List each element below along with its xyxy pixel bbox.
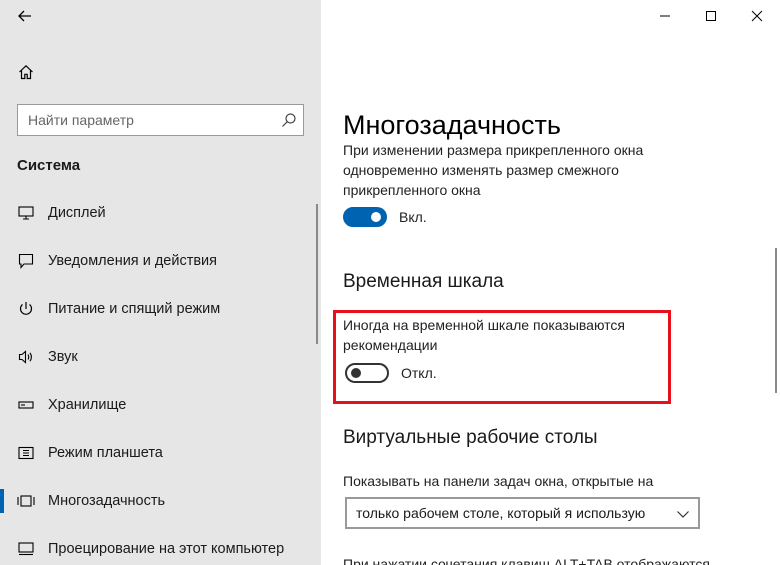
sidebar-item-tablet-mode[interactable]: Режим планшета: [0, 429, 321, 477]
timeline-suggestions-toggle[interactable]: [345, 363, 389, 383]
window-controls: [642, 0, 780, 32]
toggle-knob: [351, 368, 361, 378]
sound-icon: [17, 348, 35, 366]
arrow-left-icon: [18, 10, 31, 22]
sidebar-scrollbar[interactable]: [316, 204, 318, 344]
sidebar-item-display[interactable]: Дисплей: [0, 189, 321, 237]
chevron-down-icon: [677, 511, 689, 518]
storage-icon: [17, 396, 35, 414]
alt-tab-description: При нажатии сочетания клавиш ALT+TAB ото…: [343, 556, 710, 565]
sidebar-item-label: Многозадачность: [48, 493, 166, 509]
power-icon: [17, 300, 35, 318]
sidebar-item-label: Проецирование на этот компьютер: [48, 541, 285, 557]
sidebar-item-label: Режим планшета: [48, 445, 163, 461]
taskbar-windows-dropdown[interactable]: только рабочем столе, который я использу…: [345, 497, 700, 529]
sidebar-item-label: Хранилище: [48, 397, 127, 413]
home-icon: [19, 64, 33, 80]
sidebar-item-label: Уведомления и действия: [48, 253, 217, 269]
home-button[interactable]: [14, 60, 38, 84]
main-scrollbar[interactable]: [775, 248, 777, 393]
sidebar-item-multitasking[interactable]: Многозадачность: [0, 477, 321, 525]
snap-resize-description: При изменении размера прикрепленного окн…: [343, 142, 644, 198]
search-box: [17, 104, 304, 136]
maximize-icon: [706, 11, 716, 21]
timeline-heading: Временная шкала: [343, 271, 504, 292]
sidebar-item-label: Питание и спящий режим: [48, 301, 221, 317]
sidebar-item-power[interactable]: Питание и спящий режим: [0, 285, 321, 333]
dropdown-selected-value: только рабочем столе, который я использу…: [356, 505, 646, 521]
search-icon[interactable]: [281, 112, 297, 128]
main-panel: Многозадачность При изменении размера пр…: [321, 0, 780, 565]
projecting-icon: [17, 540, 35, 558]
close-button[interactable]: [734, 0, 780, 32]
sidebar-item-label: Дисплей: [48, 205, 106, 221]
sidebar-item-sound[interactable]: Звук: [0, 333, 321, 381]
maximize-button[interactable]: [688, 0, 734, 32]
notifications-icon: [17, 252, 35, 270]
sidebar-item-storage[interactable]: Хранилище: [0, 381, 321, 429]
taskbar-windows-label: Показывать на панели задач окна, открыты…: [343, 473, 654, 489]
multitasking-icon: [17, 492, 35, 510]
sidebar-item-label: Звук: [48, 349, 78, 365]
sidebar: Система Дисплей Уведомления и действия П…: [0, 0, 321, 565]
snap-resize-toggle-row[interactable]: Вкл.: [343, 207, 427, 227]
back-button[interactable]: [10, 4, 40, 28]
virtual-desktops-heading: Виртуальные рабочие столы: [343, 427, 598, 448]
close-icon: [751, 10, 763, 22]
search-input[interactable]: [28, 112, 273, 128]
minimize-button[interactable]: [642, 0, 688, 32]
toggle-knob: [371, 212, 381, 222]
minimize-icon: [660, 15, 670, 17]
tablet-mode-icon: [17, 444, 35, 462]
section-title: Система: [17, 157, 81, 174]
page-title: Многозадачность: [343, 110, 571, 141]
sidebar-item-notifications[interactable]: Уведомления и действия: [0, 237, 321, 285]
timeline-toggle-row[interactable]: Откл.: [345, 363, 437, 383]
sidebar-item-projecting[interactable]: Проецирование на этот компьютер: [0, 525, 321, 565]
timeline-toggle-label: Откл.: [401, 365, 437, 381]
snap-resize-toggle[interactable]: [343, 207, 387, 227]
timeline-description: Иногда на временной шкале показываются р…: [343, 317, 625, 353]
display-icon: [17, 204, 35, 222]
sidebar-nav: Дисплей Уведомления и действия Питание и…: [0, 189, 321, 565]
snap-resize-toggle-label: Вкл.: [399, 209, 427, 225]
